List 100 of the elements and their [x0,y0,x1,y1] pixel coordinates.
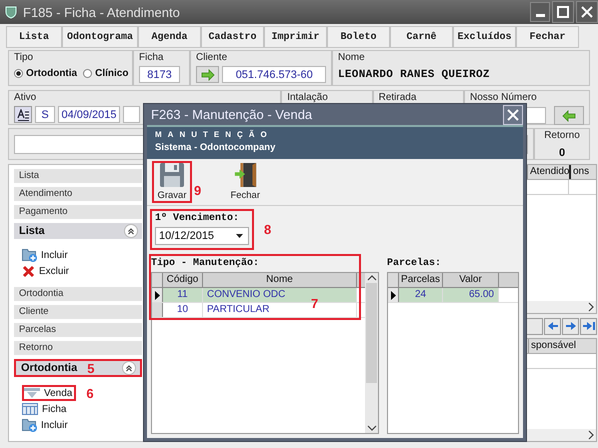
arrow-right-icon [200,68,215,80]
sidebar-link[interactable]: Excluir [22,263,72,279]
text-format-icon [16,108,30,120]
sidebar-link[interactable]: Incluir [22,247,70,263]
field-label: Tipo [14,52,34,63]
nav-button[interactable] [544,318,561,334]
menu-button[interactable]: Odontograma [62,26,138,48]
active-field[interactable]: S [35,106,55,123]
dialog-subheading: Sistema - Odontocompany [155,142,276,153]
dropdown-value: 10/12/2015 [159,230,214,242]
nav-button[interactable] [580,318,597,334]
sidebar-item[interactable]: Pagamento [14,205,142,219]
radio-button[interactable] [83,69,92,78]
back-button[interactable] [554,106,584,125]
sidebar-item[interactable]: Cliente [14,305,142,319]
sidebar-item[interactable]: Parcelas [14,323,142,337]
table-cell[interactable]: 10 [163,303,203,317]
column-header[interactable]: Código [163,273,203,287]
field-label: 1º Vencimento: [155,213,240,225]
toolbar-button[interactable]: Fechar [225,161,266,203]
close-button[interactable] [576,1,598,23]
field-label: Ficha [139,52,164,63]
close-icon [507,108,519,120]
field-label: Nome [338,52,366,63]
collapse-icon [124,224,138,238]
maximize-button[interactable] [552,1,574,23]
row-indicator[interactable] [388,288,399,302]
minimize-button[interactable] [530,2,550,22]
menu-button[interactable]: Fechar [516,26,579,48]
dialog-heading: MANUTENÇÃO [155,130,274,139]
sidebar-group-title: Ortodontia [21,362,78,374]
field-label: Retirada [378,92,418,103]
last-arrow-icon [582,322,594,330]
field-label: Cliente [196,52,228,63]
sidebar-link[interactable]: Ficha [22,401,68,417]
table-cell[interactable]: 24 [399,288,443,302]
menu-button[interactable]: Imprimir [264,26,327,48]
callout-number: 8 [264,222,272,237]
app-logo-icon [5,6,17,18]
menu-button[interactable]: Cadastro [201,26,264,48]
sidebar-link[interactable]: Incluir [22,417,70,433]
pointer-icon [390,290,396,300]
client-name: LEONARDO RANES QUEIROZ [338,69,491,81]
callout-number: 6 [86,386,94,400]
minimize-icon [536,14,544,17]
sidebar-item[interactable]: Lista [14,169,142,183]
text-field[interactable] [123,106,140,123]
field-label: Intalação [287,92,329,103]
field-label: Ativo [14,92,38,103]
pointer-icon [154,290,160,300]
close-icon [581,6,593,18]
radio-label[interactable]: Clínico [95,68,128,79]
nav-button[interactable] [562,318,579,334]
client-field[interactable]: 051.746.573-60 [222,66,326,83]
menu-button[interactable]: Excluídos [453,26,516,48]
field-label: Nosso Número [470,92,538,103]
folder-plus-icon [22,418,37,432]
dialog-title: F263 - Manutenção - Venda [151,107,312,122]
date-dropdown[interactable]: 10/12/2015 [155,227,249,245]
column-header[interactable]: ons [569,165,596,179]
radio-button[interactable] [14,69,23,78]
date-field[interactable]: 04/09/2015 [58,106,120,123]
sidebar-group-title: Lista [19,225,45,237]
maximize-icon [557,6,569,18]
toolbar-button[interactable]: Gravar [152,161,192,203]
sidebar-group-header[interactable]: Ortodontia 5 [14,359,142,377]
sidebar-item[interactable]: Atendimento [14,187,142,201]
ficha-field[interactable]: 8173 [139,66,180,83]
column-header[interactable]: Parcelas [399,273,443,287]
row-indicator[interactable] [152,288,163,302]
scrollbar[interactable] [365,273,378,433]
menu-button[interactable]: Boleto [327,26,390,48]
field-label: Tipo - Manutenção: [151,258,260,270]
scroll-down-icon [366,425,376,431]
arrow-right-icon [566,322,576,330]
column-header[interactable]: Valor [443,273,499,287]
door-arrow-icon [234,163,257,187]
callout-number: 5 [87,360,94,376]
column-header[interactable]: Nome [203,273,357,287]
sidebar-item[interactable]: Ortodontia [14,287,142,301]
menu-button[interactable]: Agenda [138,26,201,48]
close-button[interactable] [503,104,523,124]
table-cell[interactable]: 65.00 [443,288,499,302]
sidebar-item[interactable]: Retorno [14,341,142,355]
grid-sheet-icon [22,403,38,415]
sidebar-link[interactable]: Venda [22,385,76,401]
sidebar-group-header[interactable]: Lista [14,223,142,239]
radio-label[interactable]: Ortodontia [26,68,78,79]
go-button[interactable] [196,66,220,83]
delete-icon [22,264,35,278]
callout-number: 9 [194,182,202,198]
menu-button[interactable]: Lista [6,26,62,48]
retorno-value: 0 [558,147,566,159]
column-header[interactable]: sponsável [528,339,596,353]
arrow-left-icon [548,322,558,330]
window-title: F185 - Ficha - Atendimento [23,4,180,20]
format-button[interactable] [14,106,32,123]
scroll-right-icon [588,302,594,312]
menu-button[interactable]: Carnê [390,26,453,48]
table-cell[interactable]: 11 [163,288,203,302]
